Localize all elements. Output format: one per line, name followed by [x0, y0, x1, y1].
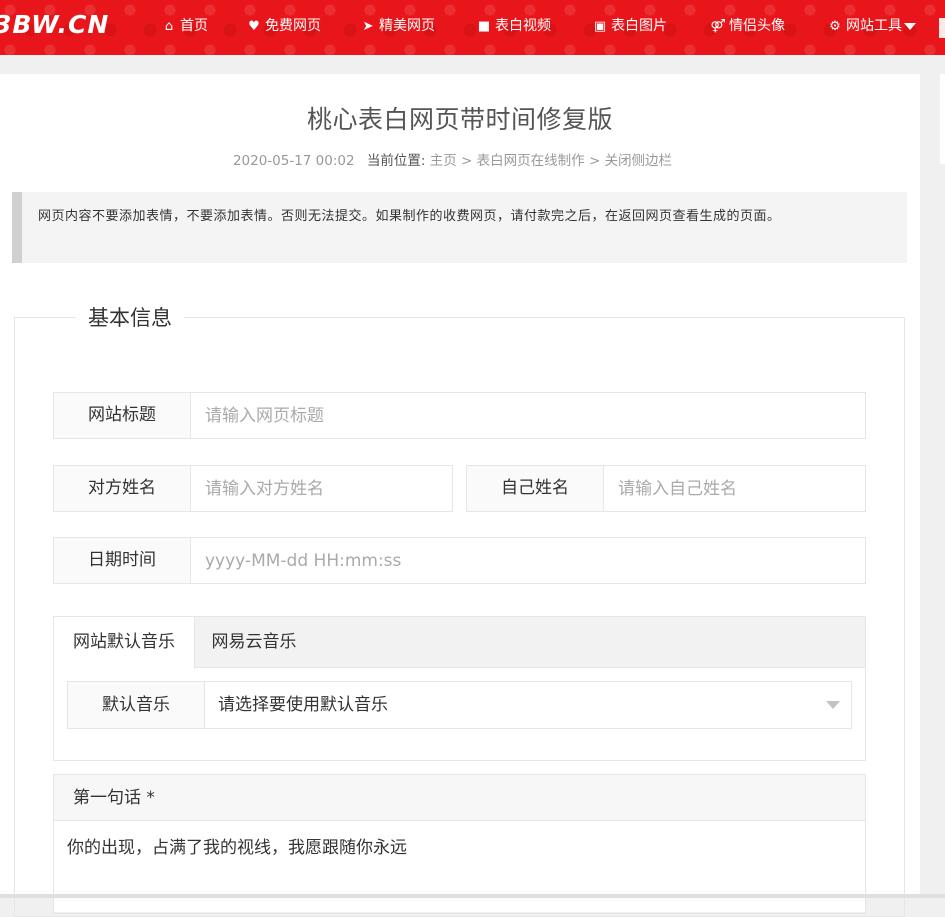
nav-label: 表白图片: [611, 18, 667, 34]
page-title: 桃心表白网页带时间修复版: [306, 105, 613, 134]
heart-icon: ♥: [248, 19, 260, 34]
site-title-group: 网站标题: [53, 392, 866, 439]
site-title-label: 网站标题: [53, 392, 191, 439]
nav-label: 网站工具: [846, 18, 902, 34]
fieldset-legend: 基本信息: [76, 302, 184, 332]
self-name-label: 自己姓名: [466, 465, 604, 512]
default-music-label: 默认音乐: [67, 681, 205, 729]
breadcrumb-separator: >: [461, 153, 473, 169]
location-label: 当前位置:: [366, 153, 426, 169]
send-icon: ➤: [362, 19, 374, 34]
nav-item-premium-pages[interactable]: ➤ 精美网页: [360, 16, 435, 36]
nav-label: 首页: [180, 18, 208, 34]
first-sentence-label: 第一句话 *: [54, 775, 865, 821]
breadcrumb-home[interactable]: 主页: [430, 153, 457, 169]
nav-item-images[interactable]: ▣ 表白图片: [592, 16, 667, 36]
search-toggle[interactable]: [939, 18, 945, 38]
nav-label: 情侣头像: [729, 18, 785, 34]
nav-label: 免费网页: [265, 18, 321, 34]
datetime-input[interactable]: [191, 537, 866, 584]
tab-netease-music[interactable]: 网易云音乐: [195, 617, 313, 668]
first-sentence-textarea[interactable]: 你的出现，占满了我的视线，我愿跟随你永远: [54, 822, 865, 912]
video-icon: ■: [477, 19, 491, 34]
music-tab-bar: 网站默认音乐 网易云音乐: [54, 617, 865, 669]
home-icon: ⌂: [164, 19, 174, 34]
self-name-group: 自己姓名: [466, 465, 866, 512]
nav-label: 表白视频: [495, 18, 551, 34]
other-name-label: 对方姓名: [53, 465, 191, 512]
chevron-down-icon: [826, 701, 840, 709]
couple-icon: ⚤: [710, 19, 726, 34]
default-music-select[interactable]: 请选择要使用默认音乐: [205, 681, 852, 729]
self-name-input[interactable]: [604, 465, 866, 512]
breadcrumb-category[interactable]: 表白网页在线制作: [477, 153, 585, 169]
datetime-group: 日期时间: [53, 537, 866, 584]
nav-item-free-pages[interactable]: ♥ 免费网页: [246, 16, 321, 36]
top-navbar: 3BW.CN ⌂ 首页 ♥ 免费网页 ➤ 精美网页 ■ 表白视频 ▣ 表白图片 ⚤ 情侣头像…: [0, 0, 945, 55]
nav-item-home[interactable]: ⌂ 首页: [161, 16, 208, 36]
site-logo[interactable]: 3BW.CN: [0, 10, 109, 39]
close-sidebar-link[interactable]: 关闭侧边栏: [605, 153, 673, 169]
default-music-group: 默认音乐 请选择要使用默认音乐: [67, 681, 852, 729]
article-meta: 2020-05-17 00:02 当前位置: 主页 > 表白网页在线制作 > 关…: [0, 149, 905, 169]
horizontal-scrollbar[interactable]: [0, 894, 945, 898]
other-name-group: 对方姓名: [53, 465, 453, 512]
image-icon: ▣: [593, 19, 607, 34]
sidebar-edge: [940, 74, 945, 164]
gear-icon: ⚙: [829, 19, 841, 34]
other-name-input[interactable]: [191, 465, 453, 512]
nav-item-tools-dropdown[interactable]: ⚙ 网站工具: [827, 16, 916, 36]
notice-quote: 网页内容不要添加表情，不要添加表情。否则无法提交。如果制作的收费网页，请付款完之…: [12, 192, 907, 263]
breadcrumb-separator: >: [588, 153, 601, 169]
nav-label: 精美网页: [379, 18, 435, 34]
first-sentence-panel: 第一句话 * 你的出现，占满了我的视线，我愿跟随你永远: [53, 774, 866, 914]
tab-default-music[interactable]: 网站默认音乐: [54, 617, 195, 669]
nav-item-couple-avatars[interactable]: ⚤ 情侣头像: [710, 16, 785, 36]
nav-item-videos[interactable]: ■ 表白视频: [476, 16, 551, 36]
caret-down-icon: [904, 22, 916, 30]
post-date: 2020-05-17 00:02: [232, 153, 355, 169]
datetime-label: 日期时间: [53, 537, 191, 584]
site-title-input[interactable]: [191, 392, 866, 439]
